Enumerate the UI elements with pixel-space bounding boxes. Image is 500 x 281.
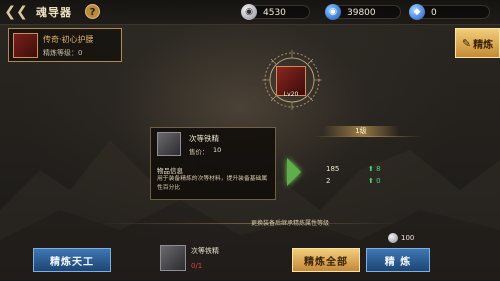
silver-resource: ◉ 4530 [241,4,310,20]
tooltip-info-title: 物品信息 [157,167,183,175]
equipment-card[interactable]: 传奇·初心护腰 精炼等级：0 [8,28,122,62]
help-button[interactable]: ? [85,4,100,19]
level-divider [312,136,422,137]
hammer-icon: ✎ [461,36,472,50]
inherit-hint: 更换装备后继承精炼属性等级 [250,220,329,227]
material-name: 次等铁精 [191,247,219,255]
stat-increase-2: ⬆ 0 [368,177,381,185]
diamond-resource: ◆ 0 [409,4,490,20]
equipment-thumbnail [13,33,38,58]
refine-cost: 100 [388,233,414,243]
equipment-refine-level: 精炼等级：0 [43,49,83,57]
up-arrow-icon: ⬆ [368,177,377,185]
refine-cost-value: 100 [401,234,415,242]
iron-essence-icon [157,132,181,156]
tooltip-price-label: 售价： [189,148,209,156]
refine-all-button[interactable]: 精炼全部 [292,248,360,272]
tooltip-price-value: 10 [213,146,222,154]
level-banner: 1级 [323,126,399,136]
stat-increase-2-value: 0 [376,177,381,185]
stat-increase-1: ⬆ 8 [368,165,381,173]
diamond-icon: ◆ [409,4,425,20]
material-count: 0/1 [191,262,203,270]
silver-coin-icon: ◉ [241,4,257,20]
refine-button[interactable]: 精 炼 [366,248,430,272]
stat-increase-1-value: 8 [376,165,381,173]
material-slot[interactable] [160,245,186,271]
gold-resource: ◉ 39800 [325,4,401,20]
silver-value: 4530 [263,8,286,18]
upgrade-arrow-icon [287,158,301,186]
page-title: 魂导器 [36,6,72,19]
stat-value-1: 185 [326,165,340,173]
back-arrow-icon: ❮❮ [4,4,28,20]
diamond-value: 0 [431,8,437,18]
tab-refine[interactable]: ✎ 精炼 [455,28,500,58]
stat-value-2: 2 [326,177,331,185]
item-tooltip: 次等铁精 售价： 10 物品信息 用于装备精炼的次等材料，提升装备基础属性百分比 [150,127,276,200]
tab-refine-label: 精炼 [473,39,494,51]
top-bar: ❮❮ 魂导器 ? ◉ 4530 ◉ 39800 ◆ 0 [0,0,500,25]
advanced-refine-button[interactable]: 精炼天工 [33,248,111,272]
gold-value: 39800 [347,8,376,18]
gold-coin-icon: ◉ [325,4,341,20]
tooltip-description: 用于装备精炼的次等材料，提升装备基础属性百分比 [157,176,268,191]
item-level: Lv20 [283,91,299,98]
back-button[interactable]: ❮❮ [2,2,30,22]
equipment-name: 传奇·初心护腰 [43,35,94,44]
silver-coin-icon [388,233,398,243]
tooltip-item-name: 次等铁精 [189,134,219,143]
up-arrow-icon: ⬆ [368,165,377,173]
